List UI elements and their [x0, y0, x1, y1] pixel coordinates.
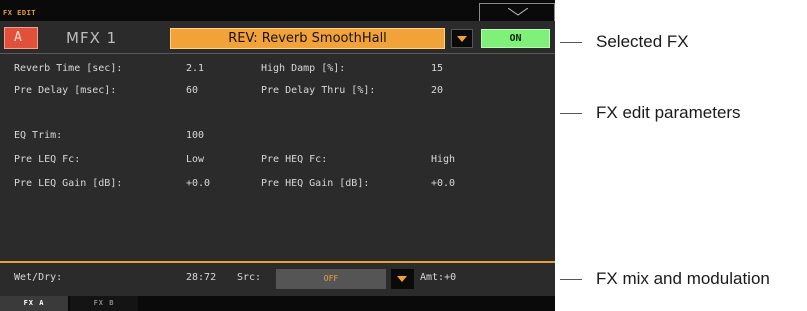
callout-line-fx-mix-modulation [560, 279, 582, 280]
pre-leq-fc-label: Pre LEQ Fc: [14, 154, 81, 165]
high-damp-label: High Damp [%]: [261, 63, 346, 74]
pre-heq-fc-value[interactable]: High [431, 154, 455, 165]
fx-parameters: Reverb Time [sec]: 2.1 High Damp [%]: 15… [0, 55, 555, 260]
modulation-source-dropdown-button[interactable] [391, 269, 414, 289]
pre-leq-fc-value[interactable]: Low [186, 154, 204, 165]
reverb-time-label: Reverb Time [sec]: [14, 63, 123, 74]
fx-on-toggle[interactable]: ON [481, 29, 550, 48]
high-damp-value[interactable]: 15 [431, 63, 443, 74]
fx-header: A MFX 1 REV: Reverb SmoothHall ON [0, 21, 555, 54]
title-bar: FX EDIT [0, 0, 555, 21]
mfx-label: MFX 1 [66, 29, 118, 47]
eq-trim-label: EQ Trim: [14, 130, 63, 141]
pre-heq-gain-value[interactable]: +0.0 [431, 178, 455, 189]
pre-leq-gain-value[interactable]: +0.0 [186, 178, 210, 189]
modulation-source-select[interactable]: OFF [276, 269, 386, 289]
wet-dry-value[interactable]: 28:72 [186, 272, 216, 283]
callout-fx-edit-parameters: FX edit parameters [596, 103, 741, 122]
fx-mix-bar: Wet/Dry: 28:72 Src: OFF Amt:+0 [0, 261, 555, 296]
fx-type-select[interactable]: REV: Reverb SmoothHall [170, 28, 445, 49]
pre-heq-gain-label: Pre HEQ Gain [dB]: [261, 178, 370, 189]
fx-slot-badge[interactable]: A [4, 27, 38, 49]
pre-delay-value[interactable]: 60 [186, 85, 198, 96]
tab-fx-b[interactable]: FX B [70, 296, 138, 311]
pre-heq-fc-label: Pre HEQ Fc: [261, 154, 328, 165]
amount-value[interactable]: Amt:+0 [420, 272, 456, 283]
callout-line-fx-edit-parameters [560, 113, 582, 114]
fx-tab-bar: FX A FX B [0, 296, 555, 311]
wet-dry-label: Wet/Dry: [14, 272, 63, 283]
window-title: FX EDIT [3, 9, 37, 17]
fx-type-dropdown-button[interactable] [451, 29, 473, 48]
callout-fx-mix-modulation: FX mix and modulation [596, 269, 770, 288]
pre-delay-label: Pre Delay [msec]: [14, 85, 117, 96]
tab-fx-a[interactable]: FX A [0, 296, 68, 311]
eq-trim-value[interactable]: 100 [186, 130, 204, 141]
reverb-time-value[interactable]: 2.1 [186, 63, 204, 74]
pre-delay-thru-value[interactable]: 20 [431, 85, 443, 96]
pre-delay-thru-label: Pre Delay Thru [%]: [261, 85, 376, 96]
collapse-button[interactable] [479, 3, 555, 21]
src-label: Src: [237, 272, 262, 283]
pre-leq-gain-label: Pre LEQ Gain [dB]: [14, 178, 123, 189]
chevron-down-icon [508, 8, 528, 16]
callout-line-selected-fx [560, 42, 582, 43]
callout-selected-fx: Selected FX [596, 32, 689, 51]
fx-edit-screen: FX EDIT A MFX 1 REV: Reverb SmoothHall O… [0, 0, 555, 311]
